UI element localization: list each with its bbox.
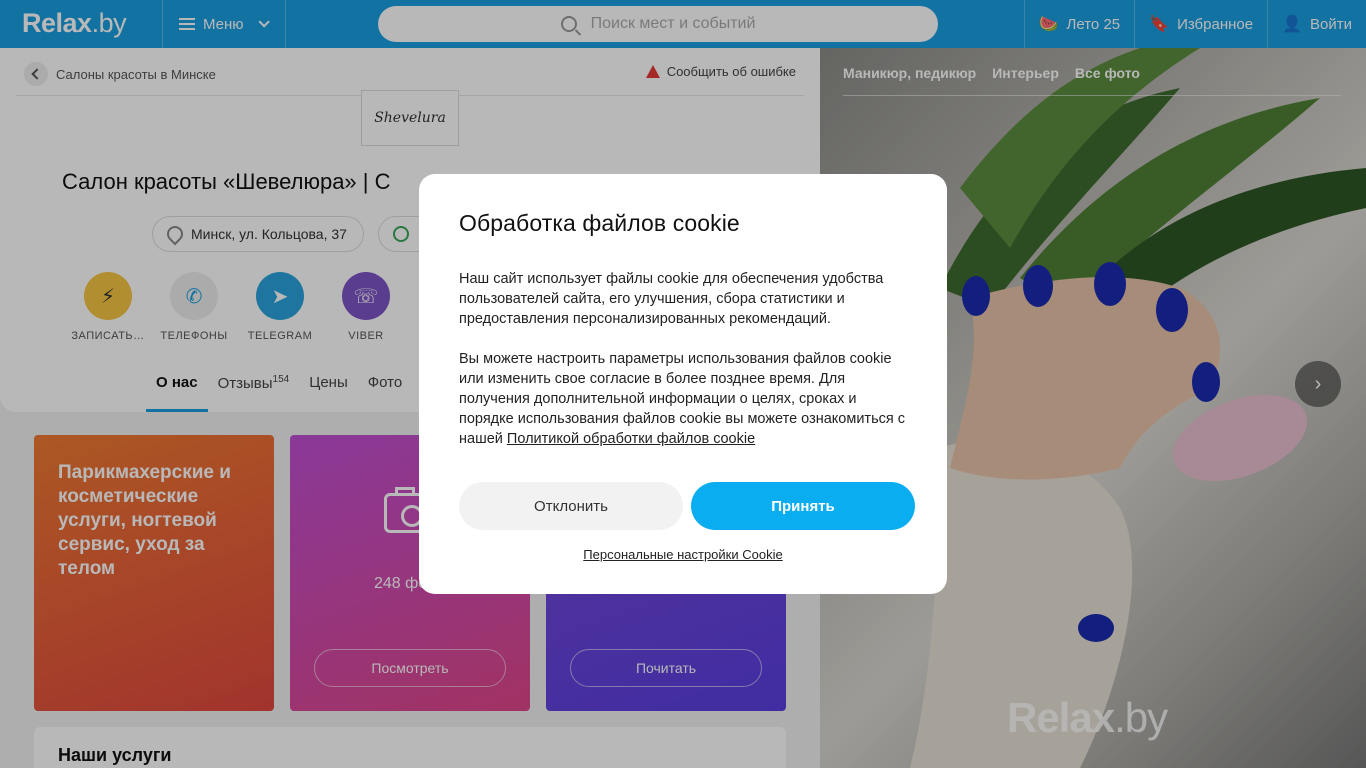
accept-button[interactable]: Принять (691, 482, 915, 530)
cookie-settings-link[interactable]: Персональные настройки Cookie (419, 547, 947, 562)
cookie-dialog: Обработка файлов cookie Наш сайт использ… (419, 174, 947, 594)
cookie-title: Обработка файлов cookie (459, 210, 740, 236)
decline-button[interactable]: Отклонить (459, 482, 683, 530)
cookie-text-1: Наш сайт использует файлы cookie для обе… (459, 271, 884, 327)
cookie-policy-link[interactable]: Политикой обработки файлов cookie (507, 431, 755, 447)
cookie-text-2: Вы можете настроить параметры использова… (459, 349, 907, 449)
